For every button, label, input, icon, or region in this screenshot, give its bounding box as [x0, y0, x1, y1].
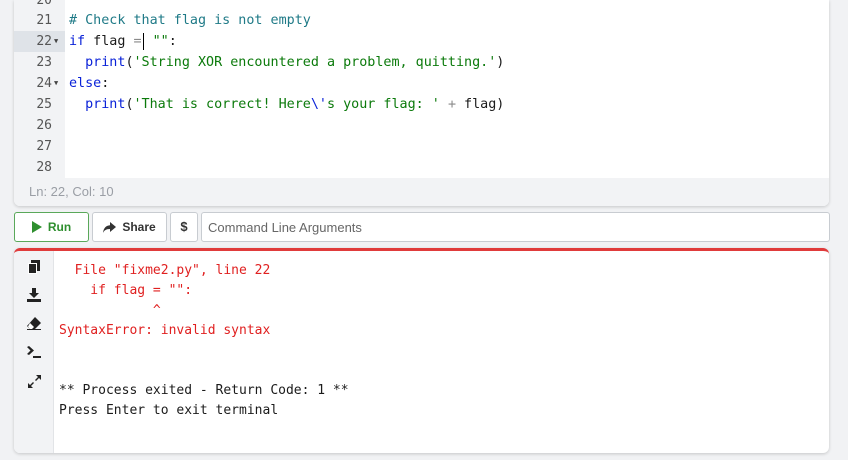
- terminal-error-line: File "fixme2.py", line 22: [59, 263, 271, 278]
- code-token: print: [85, 55, 126, 70]
- code-token: # Check that flag is not empty: [69, 13, 311, 28]
- share-button[interactable]: Share: [92, 212, 167, 242]
- fold-arrow-icon[interactable]: ▼: [54, 79, 58, 87]
- code-line[interactable]: if flag = "":: [69, 31, 177, 52]
- terminal-error-line: ^: [59, 303, 161, 318]
- terminal-error-line: if flag = "":: [59, 283, 193, 298]
- code-token: \': [310, 97, 327, 112]
- line-number: 25: [36, 97, 52, 112]
- code-token: s your flag: ': [327, 97, 440, 112]
- code-token: +: [447, 97, 456, 112]
- terminal-sidebar: [14, 251, 54, 453]
- code-token: flag: [85, 34, 134, 49]
- code-line[interactable]: else:: [69, 73, 109, 94]
- terminal-icon[interactable]: [26, 344, 42, 360]
- line-number: 27: [36, 139, 52, 154]
- copy-icon[interactable]: [26, 259, 42, 275]
- terminal-output-line: Press Enter to exit terminal: [59, 403, 279, 418]
- code-token: "": [152, 34, 169, 49]
- expand-icon[interactable]: [26, 373, 42, 389]
- code-token: =: [133, 34, 142, 49]
- stdin-button[interactable]: $: [170, 212, 198, 242]
- code-token: :: [168, 34, 177, 49]
- code-token: if: [69, 34, 86, 49]
- share-icon: [103, 221, 117, 233]
- fold-arrow-icon[interactable]: ▼: [54, 37, 58, 45]
- run-button[interactable]: Run: [14, 212, 89, 242]
- play-icon: [31, 221, 42, 233]
- dollar-icon: $: [180, 219, 188, 234]
- code-token: 'String XOR encountered a problem, quitt…: [133, 55, 497, 70]
- download-icon[interactable]: [26, 287, 42, 303]
- cursor-status: Ln: 22, Col: 10: [14, 178, 829, 206]
- line-number: 21: [36, 13, 52, 28]
- share-label: Share: [122, 220, 156, 234]
- command-line-arguments-input[interactable]: [201, 212, 830, 242]
- code-token: (: [125, 97, 134, 112]
- code-token: else: [69, 76, 102, 91]
- line-gutter: 20 21 22 ▼ 23 24 ▼ 25 26 27 28: [14, 0, 65, 178]
- code-token: 'That is correct! Here: [133, 97, 311, 112]
- code-line[interactable]: print('That is correct! Here\'s your fla…: [69, 94, 504, 115]
- line-number: 23: [36, 55, 52, 70]
- terminal-output[interactable]: File "fixme2.py", line 22 if flag = "": …: [14, 248, 829, 453]
- code-token: :: [101, 76, 110, 91]
- line-number: 24 ▼: [36, 76, 59, 91]
- code-token: ): [496, 55, 505, 70]
- text-cursor: [142, 32, 144, 50]
- code-token: flag): [456, 97, 505, 112]
- line-number: 28: [36, 160, 52, 175]
- line-number: 26: [36, 118, 52, 133]
- code-editor[interactable]: 20 21 22 ▼ 23 24 ▼ 25 26 27 28 # Check tha…: [14, 0, 829, 206]
- code-token: (: [125, 55, 134, 70]
- terminal-output-line: ** Process exited - Return Code: 1 **: [59, 383, 349, 398]
- code-line[interactable]: print('String XOR encountered a problem,…: [69, 52, 504, 73]
- code-token: print: [85, 97, 126, 112]
- code-line[interactable]: # Check that flag is not empty: [69, 10, 311, 31]
- terminal-error-line: SyntaxError: invalid syntax: [59, 323, 271, 338]
- eraser-icon[interactable]: [26, 315, 42, 331]
- run-label: Run: [47, 220, 72, 234]
- line-number-active: 22 ▼: [14, 31, 65, 52]
